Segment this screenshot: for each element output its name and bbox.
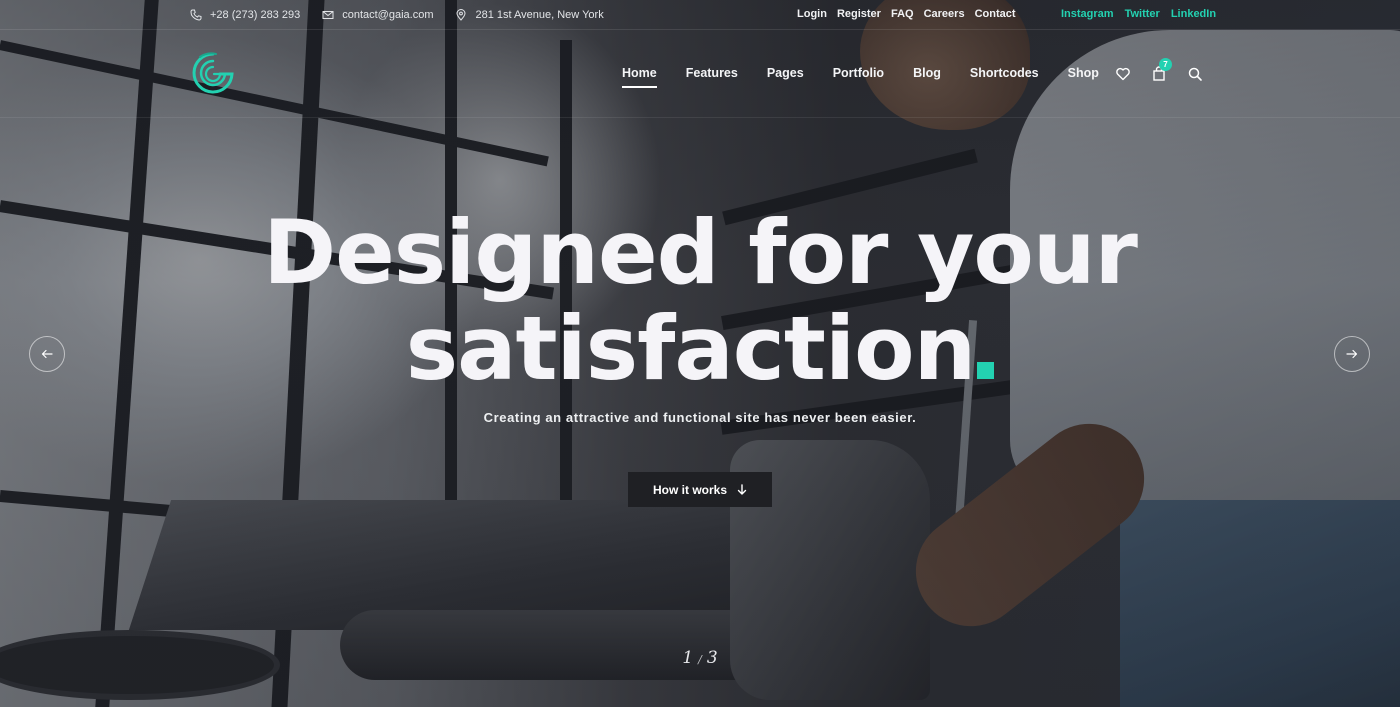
nav-pages[interactable]: Pages bbox=[767, 66, 804, 86]
hero-subtitle: Creating an attractive and functional si… bbox=[483, 410, 917, 425]
phone-icon bbox=[190, 9, 202, 21]
faq-link[interactable]: FAQ bbox=[891, 8, 914, 20]
cta-label: How it works bbox=[652, 482, 727, 497]
slider-prev-button[interactable] bbox=[29, 336, 65, 372]
email-info[interactable]: contact@gaia.com bbox=[322, 9, 433, 21]
slide-total: 3 bbox=[706, 648, 718, 668]
nav-blog[interactable]: Blog bbox=[913, 66, 941, 86]
cart-count-badge: 7 bbox=[1159, 58, 1172, 71]
top-info-bar: +28 (273) 283 293 contact@gaia.com 281 1… bbox=[0, 0, 1400, 30]
twitter-link[interactable]: Twitter bbox=[1125, 8, 1160, 20]
hero-title-line-1: Designed for your bbox=[263, 201, 1138, 304]
email-address: contact@gaia.com bbox=[342, 9, 434, 21]
gaia-logo[interactable] bbox=[190, 50, 236, 98]
hero-title-line-2-text: satisfaction bbox=[405, 297, 977, 400]
arrow-left-icon bbox=[41, 349, 53, 359]
slide-counter: 1 / 3 bbox=[660, 648, 740, 668]
header-actions: 7 bbox=[1115, 58, 1203, 82]
nav-shop[interactable]: Shop bbox=[1068, 66, 1099, 86]
linkedin-link[interactable]: LinkedIn bbox=[1171, 8, 1216, 20]
slide-separator: / bbox=[698, 653, 702, 666]
instagram-link[interactable]: Instagram bbox=[1061, 8, 1114, 20]
nav-features[interactable]: Features bbox=[686, 66, 738, 86]
account-links: Login Register FAQ Careers Contact bbox=[797, 8, 1016, 20]
phone-number: +28 (273) 283 293 bbox=[210, 9, 301, 21]
slide-current: 1 bbox=[682, 648, 694, 668]
how-it-works-button[interactable]: How it works bbox=[628, 472, 772, 507]
nav-portfolio[interactable]: Portfolio bbox=[833, 66, 884, 86]
contact-link[interactable]: Contact bbox=[975, 8, 1016, 20]
login-link[interactable]: Login bbox=[797, 8, 827, 20]
hero-title-line-2: satisfaction bbox=[0, 301, 1400, 397]
address-info: 281 1st Avenue, New York bbox=[455, 9, 604, 21]
main-header: Home Features Pages Portfolio Blog Short… bbox=[0, 30, 1400, 118]
slider-next-button[interactable] bbox=[1334, 336, 1370, 372]
accent-square-dot bbox=[977, 362, 995, 379]
nav-shortcodes[interactable]: Shortcodes bbox=[970, 66, 1039, 86]
heart-icon[interactable] bbox=[1115, 66, 1131, 82]
nav-home[interactable]: Home bbox=[622, 66, 657, 88]
social-links: Instagram Twitter LinkedIn bbox=[1061, 8, 1216, 20]
register-link[interactable]: Register bbox=[837, 8, 881, 20]
main-nav: Home Features Pages Portfolio Blog Short… bbox=[622, 66, 1128, 88]
envelope-icon bbox=[322, 11, 334, 19]
address-text: 281 1st Avenue, New York bbox=[475, 9, 604, 21]
phone-info[interactable]: +28 (273) 283 293 bbox=[190, 9, 300, 21]
arrow-right-icon bbox=[1346, 349, 1358, 359]
careers-link[interactable]: Careers bbox=[924, 8, 965, 20]
map-pin-icon bbox=[456, 9, 466, 21]
hero-title: Designed for your satisfaction bbox=[0, 205, 1400, 397]
arrow-down-icon bbox=[737, 483, 747, 495]
search-icon[interactable] bbox=[1187, 66, 1203, 82]
cart-button[interactable]: 7 bbox=[1151, 58, 1172, 82]
